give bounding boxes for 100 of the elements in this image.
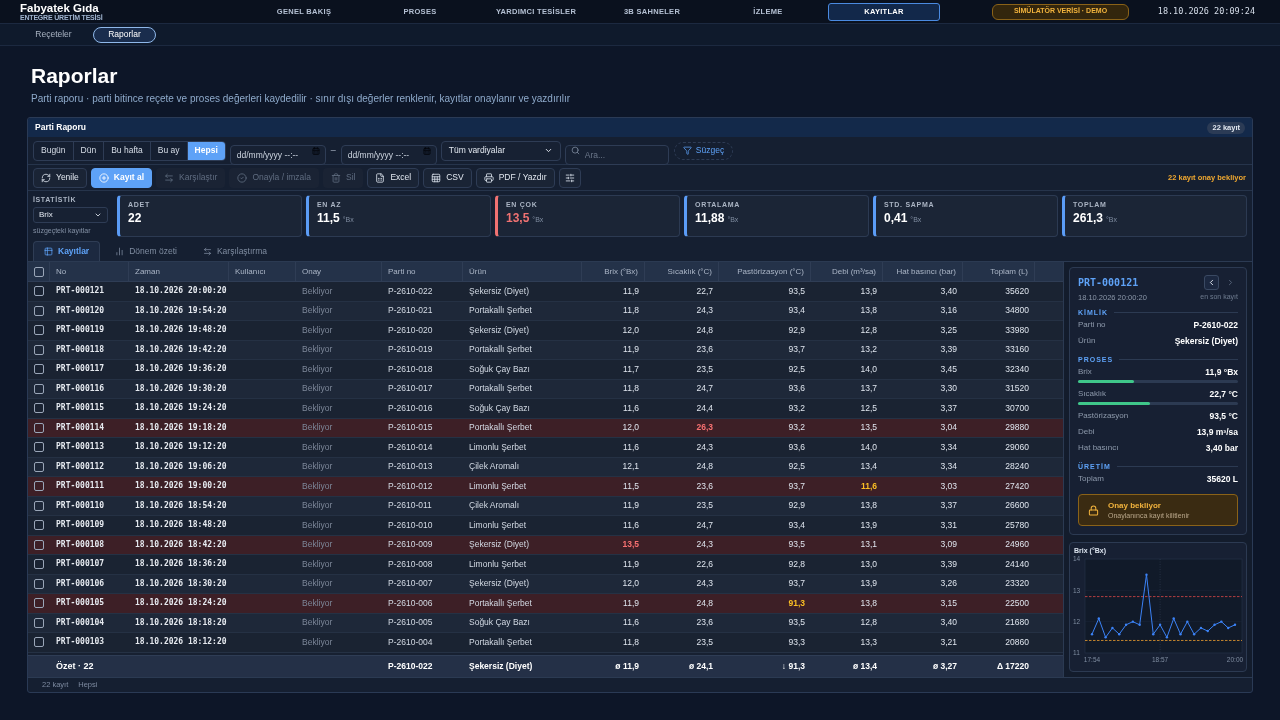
column-header: Ürün [469, 265, 487, 278]
calendar-icon [422, 146, 431, 155]
value-cell-text: 13,4 [859, 460, 878, 474]
row-checkbox[interactable] [34, 539, 44, 550]
chevron-right-icon [1226, 277, 1235, 287]
approval-status-cell-text: Bekliyor [301, 616, 334, 630]
value-cell-text: 3,40 [939, 284, 958, 298]
row-checkbox[interactable] [34, 559, 44, 570]
value-cell-text: 22500 [1004, 596, 1030, 610]
refresh-button[interactable]: Yenile [33, 167, 87, 188]
subnav-tab[interactable]: Raporlar [93, 26, 156, 43]
shift-select[interactable]: Tüm vardiyalar [440, 140, 561, 161]
row-checkbox[interactable] [34, 422, 44, 433]
value-cell-text: 12,0 [621, 323, 640, 337]
batch-number-cell-text: P-2610-012 [387, 479, 434, 493]
row-checkbox[interactable] [34, 442, 44, 453]
value-cell-text: 93,7 [787, 343, 806, 357]
data-point [1104, 636, 1107, 639]
data-point [1227, 626, 1230, 630]
csv-export-button[interactable]: CSV [423, 167, 472, 188]
summary-label: Özet · 22 [55, 659, 95, 673]
data-point [1097, 617, 1100, 620]
previous-button[interactable] [1204, 274, 1219, 290]
row-checkbox[interactable] [34, 598, 44, 609]
trash-icon [330, 172, 341, 183]
value-cell-text: 24,7 [695, 382, 714, 396]
summary-value-cell-text: ø 13,4 [851, 660, 878, 673]
value-cell-text: 3,31 [939, 518, 958, 532]
summary-value-cell-text: ↓ 91,3 [780, 660, 806, 673]
select-all-checkbox[interactable] [33, 266, 44, 277]
row-checkbox[interactable] [34, 286, 44, 297]
record-number-cell-text: PRT-000121 [55, 285, 106, 298]
row-checkbox[interactable] [34, 305, 44, 316]
date-from-field[interactable]: dd/mm/yyyy --:-- [229, 144, 326, 165]
record-number-cell-text: PRT-000114 [55, 421, 106, 434]
period-tab[interactable]: Dün [72, 141, 104, 160]
column-header: Parti no [388, 265, 416, 278]
row-checkbox[interactable] [34, 403, 44, 414]
settings-button[interactable] [558, 167, 581, 188]
timestamp-cell-text: 18.10.2026 18:48:20 [134, 519, 228, 532]
value-cell-text: 11,6 [622, 616, 640, 630]
row-checkbox[interactable] [34, 500, 44, 511]
data-point [1233, 623, 1237, 626]
search-field[interactable]: Ara... [564, 144, 669, 165]
metric-select[interactable]: Brix [33, 207, 108, 223]
row-checkbox[interactable] [34, 617, 44, 628]
row-checkbox[interactable] [34, 520, 44, 531]
product-cell-text: Şekersiz (Diyet) [468, 323, 530, 337]
date-to-field[interactable]: dd/mm/yyyy --:-- [340, 144, 437, 165]
row-checkbox[interactable] [34, 637, 44, 648]
batch-number-cell-text: P-2610-010 [387, 518, 434, 532]
subnav-tab[interactable]: Reçeteler [22, 26, 85, 43]
alert-title: Onay bekliyor [1108, 500, 1161, 511]
product-cell-text: Portakallı Şerbet [468, 382, 533, 396]
approval-status-cell-text: Bekliyor [301, 460, 334, 474]
view-tab[interactable]: Karşılaştırma [191, 241, 278, 261]
row-checkbox[interactable] [34, 461, 44, 472]
row-checkbox[interactable] [34, 364, 44, 375]
approval-status-cell-text: Bekliyor [301, 518, 334, 532]
row-checkbox[interactable] [34, 578, 44, 589]
data-point [1158, 623, 1162, 626]
batch-number-cell-text: P-2610-007 [387, 577, 434, 591]
column-header: Pastörizasyon (°C) [737, 265, 804, 278]
period-tab[interactable]: Bu ay [149, 141, 187, 160]
row-checkbox[interactable] [34, 325, 44, 336]
product-cell-text: Şekersiz (Diyet) [468, 577, 530, 591]
value-cell-text: 3,40 [939, 616, 958, 630]
plus-circle-icon [98, 172, 109, 183]
column-header: Toplam (L) [990, 265, 1028, 278]
value-cell-text: 93,4 [787, 304, 806, 318]
approval-status-cell-text: Bekliyor [301, 304, 334, 318]
row-checkbox[interactable] [34, 383, 44, 394]
field-value: 13,9 m³/sa [1196, 425, 1238, 439]
pdf-print-button[interactable]: PDF / Yazdır [475, 167, 555, 188]
period-tab[interactable]: Bu hafta [103, 141, 150, 160]
value-cell-text: 3,26 [939, 577, 958, 591]
value-cell-text: 3,45 [939, 362, 958, 376]
data-point [1213, 623, 1216, 626]
value-cell-text: 24,8 [695, 596, 714, 610]
data-point [1186, 620, 1189, 623]
value-cell-text: 30700 [1004, 401, 1030, 415]
value-cell-text: 11,9 [622, 557, 640, 571]
value-cell-text: 93,7 [787, 577, 806, 591]
timestamp-cell-text: 18.10.2026 19:24:20 [134, 402, 228, 415]
value-cell-text: 35620 [1004, 284, 1030, 298]
value-cell-text: 13,2 [859, 343, 878, 357]
row-checkbox[interactable] [34, 344, 44, 355]
row-checkbox[interactable] [34, 481, 44, 492]
view-tab[interactable]: Kayıtlar [33, 241, 101, 261]
excel-export-button[interactable]: Excel [367, 167, 420, 188]
batch-number-cell-text: P-2610-009 [387, 538, 434, 552]
approval-status-cell-text: Bekliyor [301, 421, 334, 435]
value-cell-text: 93,7 [787, 479, 806, 493]
summary-batch-cell-text: P-2610-022 [387, 660, 434, 673]
period-tab[interactable]: Bugün [34, 141, 73, 160]
product-cell-text: Portakallı Şerbet [468, 304, 533, 318]
summary-value-cell-text: Δ 17220 [995, 660, 1030, 673]
value-cell-text: 93,4 [787, 518, 806, 532]
view-tab[interactable]: Dönem özeti [104, 241, 188, 261]
data-point [1124, 623, 1128, 626]
